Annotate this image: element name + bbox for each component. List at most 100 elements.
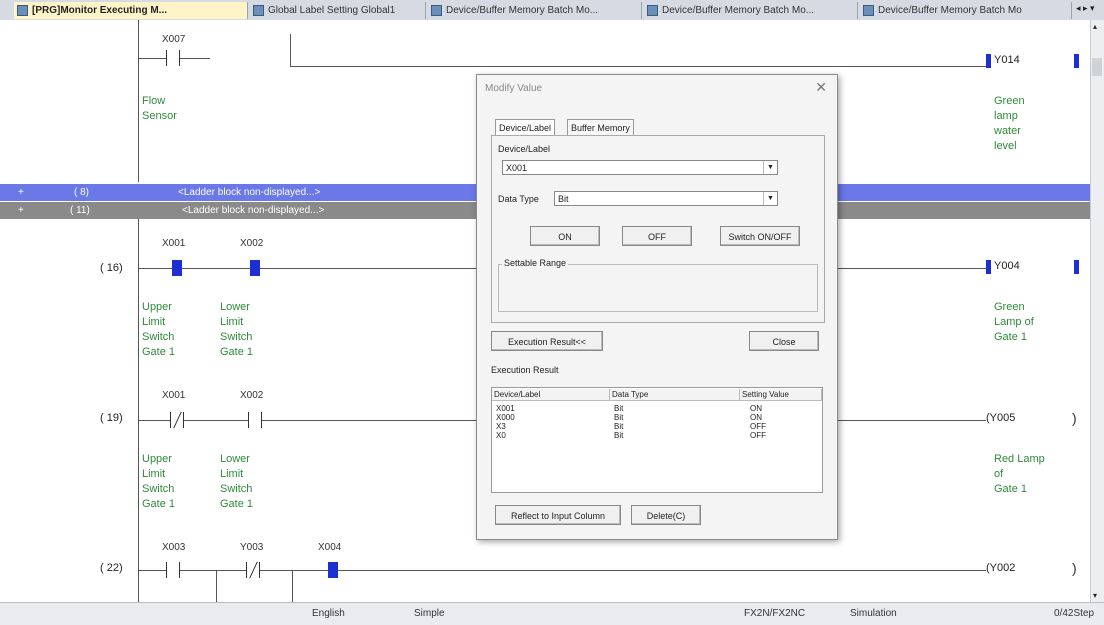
coil-comment: Green Lamp of Gate 1: [994, 301, 1034, 343]
coil-marker: [986, 54, 991, 68]
coil-marker: [1074, 260, 1079, 274]
coil-marker: [986, 260, 991, 274]
contact-label: X007: [162, 34, 186, 45]
off-button[interactable]: OFF: [622, 226, 692, 246]
table-cell[interactable]: X001: [496, 404, 515, 413]
table-cell[interactable]: Bit: [614, 431, 623, 440]
dialog-title: Modify Value: [485, 83, 543, 94]
delete-button[interactable]: Delete(C): [631, 505, 701, 525]
settable-range-label: Settable Range: [502, 258, 569, 268]
coil-close-paren: ): [1072, 410, 1077, 426]
table-cell[interactable]: X0: [496, 431, 506, 440]
data-type-combo[interactable]: Bit ▼: [554, 191, 778, 206]
status-steps: 0/42Step: [1054, 608, 1095, 619]
status-cpu-type: FX2N/FX2NC: [744, 608, 806, 619]
contact-x002[interactable]: [248, 412, 262, 428]
tab-buffer-memory-3[interactable]: Device/Buffer Memory Batch Mo: [860, 2, 1072, 19]
device-comment: Lower Limit Switch Gate 1: [220, 301, 254, 358]
coil-marker: [1074, 54, 1079, 68]
device-comment: Upper Limit Switch Gate 1: [142, 301, 176, 358]
modify-value-dialog: Modify Value ✕ Device/Label Buffer Memor…: [476, 74, 838, 540]
step-number: ( 8): [74, 187, 89, 198]
contact-x004[interactable]: [328, 562, 338, 578]
table-cell[interactable]: Bit: [614, 422, 623, 431]
chevron-down-icon[interactable]: ▼: [763, 161, 777, 174]
left-power-rail: [138, 218, 139, 602]
contact-x001[interactable]: [172, 260, 182, 276]
table-cell[interactable]: ON: [750, 413, 762, 422]
tab-buffer-memory[interactable]: Buffer Memory: [567, 119, 634, 136]
step-number: ( 11): [70, 205, 90, 216]
coil-y005[interactable]: (Y005: [986, 412, 1015, 424]
step-number: ( 16): [100, 262, 123, 274]
vertical-scrollbar[interactable]: ▴ ▾: [1090, 20, 1104, 602]
execution-result-toggle-button[interactable]: Execution Result<<: [491, 331, 603, 351]
device-panel: Device/Label X001 ▼ Data Type Bit ▼ ON O…: [491, 135, 825, 323]
contact-label: X004: [318, 542, 342, 553]
status-bar: English Simple FX2N/FX2NC Simulation 0/4…: [0, 602, 1104, 625]
column-header[interactable]: Data Type: [610, 389, 740, 401]
contact-label: X002: [240, 238, 264, 249]
device-combo[interactable]: X001 ▼: [502, 160, 778, 175]
expand-icon[interactable]: +: [18, 184, 24, 201]
scrollbar-thumb[interactable]: [1092, 58, 1102, 76]
device-label-caption: Device/Label: [498, 144, 551, 154]
coil-y014[interactable]: Y014: [994, 54, 1020, 66]
device-comment: Upper Limit Switch Gate 1: [142, 453, 176, 510]
coil-comment: Green lamp water level: [994, 95, 1025, 152]
scroll-down-icon[interactable]: ▾: [1093, 591, 1097, 600]
rung-wire: [290, 66, 986, 67]
step-number: ( 22): [100, 562, 123, 574]
tab-program-monitor[interactable]: [PRG]Monitor Executing M...: [14, 2, 248, 19]
tab-scroll-arrows-icon[interactable]: ◂ ▸ ▾: [1076, 3, 1095, 14]
table-cell[interactable]: OFF: [750, 431, 766, 440]
contact-x001-nc[interactable]: [170, 411, 184, 429]
contact-y003-nc[interactable]: [246, 561, 260, 579]
memory-icon: [647, 5, 658, 16]
table-cell[interactable]: Bit: [614, 404, 623, 413]
data-type-value: Bit: [558, 194, 569, 204]
close-button[interactable]: Close: [749, 331, 819, 351]
expand-icon[interactable]: +: [18, 202, 24, 219]
tab-buffer-memory-2[interactable]: Device/Buffer Memory Batch Mo...: [644, 2, 858, 19]
table-cell[interactable]: X000: [496, 413, 515, 422]
tab-global-label[interactable]: Global Label Setting Global1: [250, 2, 426, 19]
coil-y002[interactable]: (Y002: [986, 562, 1015, 574]
table-cell[interactable]: Bit: [614, 413, 623, 422]
on-button[interactable]: ON: [530, 226, 600, 246]
reflect-to-input-button[interactable]: Reflect to Input Column: [495, 505, 621, 525]
contact-x003[interactable]: [166, 562, 180, 578]
step-number: ( 19): [100, 412, 123, 424]
tab-label: Device/Buffer Memory Batch Mo: [878, 5, 1022, 16]
document-tab-bar: [PRG]Monitor Executing M... Global Label…: [0, 0, 1104, 21]
status-mode: Simple: [414, 608, 445, 619]
table-cell[interactable]: X3: [496, 422, 506, 431]
memory-icon: [863, 5, 874, 16]
column-header[interactable]: Setting Value: [740, 389, 822, 401]
label-icon: [253, 5, 264, 16]
coil-close-paren: ): [1072, 560, 1077, 576]
program-icon: [17, 5, 28, 16]
coil-comment: Red Lamp of Gate 1: [994, 453, 1045, 495]
tab-label: Device/Buffer Memory Batch Mo...: [662, 5, 815, 16]
contact-label: X003: [162, 542, 186, 553]
block-text: <Ladder block non-displayed...>: [182, 205, 325, 216]
contact-x002[interactable]: [250, 260, 260, 276]
data-type-caption: Data Type: [498, 194, 539, 204]
tab-buffer-memory-1[interactable]: Device/Buffer Memory Batch Mo...: [428, 2, 642, 19]
tab-device-label[interactable]: Device/Label: [495, 119, 556, 136]
column-header[interactable]: Device/Label: [492, 389, 610, 401]
device-value: X001: [506, 163, 528, 173]
execution-result-table[interactable]: Device/Label Data Type Setting Value X00…: [491, 387, 823, 493]
table-cell[interactable]: OFF: [750, 422, 766, 431]
contact-x007[interactable]: [166, 50, 180, 66]
close-icon[interactable]: ✕: [815, 79, 827, 96]
scroll-up-icon[interactable]: ▴: [1093, 22, 1097, 31]
tab-label: Device/Buffer Memory Batch Mo...: [446, 5, 599, 16]
switch-on-off-button[interactable]: Switch ON/OFF: [720, 226, 800, 246]
rung-wire: [138, 58, 166, 59]
table-cell[interactable]: ON: [750, 404, 762, 413]
execution-result-label: Execution Result: [491, 365, 559, 375]
coil-y004[interactable]: Y004: [994, 260, 1020, 272]
chevron-down-icon[interactable]: ▼: [763, 192, 777, 205]
